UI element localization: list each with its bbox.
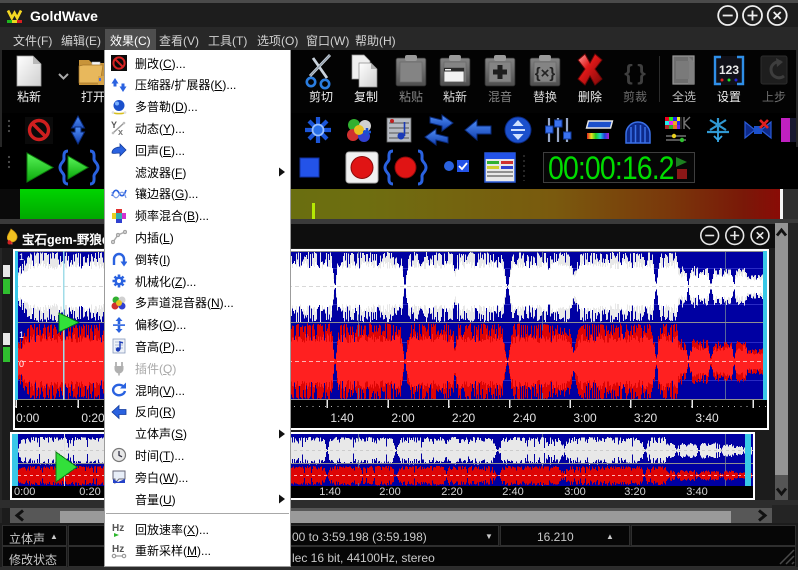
svg-text:Hz: Hz — [112, 523, 124, 534]
svg-text:Y: Y — [111, 120, 117, 130]
svg-text:{×}: {×} — [535, 65, 556, 82]
svg-text:{ }: { } — [624, 60, 646, 85]
svg-text:Hz: Hz — [112, 544, 124, 555]
svg-text:123: 123 — [719, 63, 739, 77]
